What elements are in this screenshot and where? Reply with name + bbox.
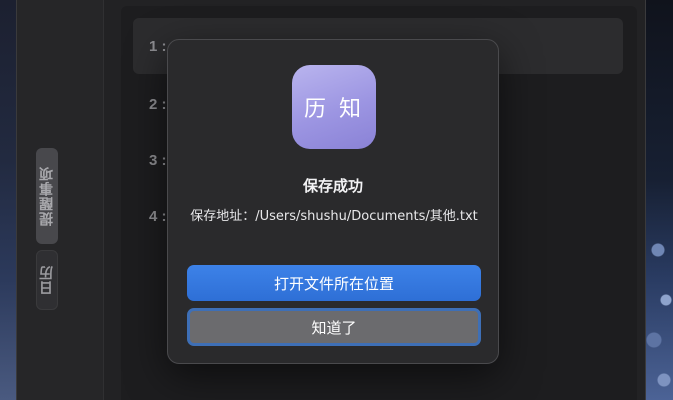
sidebar-tab-calendar[interactable]: 日历 bbox=[36, 250, 58, 310]
list-item-label: 4 : bbox=[149, 207, 167, 225]
list-item-label: 1 : bbox=[149, 37, 167, 55]
screen: 提醒事项 日历 1 : 2 : 3 : 4 : 历 知 保存成功 保存地址：/U… bbox=[0, 0, 673, 400]
got-it-button[interactable]: 知道了 bbox=[187, 308, 481, 346]
sidebar-tab-reminders-label: 提醒事项 bbox=[39, 166, 55, 226]
list-item-label: 3 : bbox=[149, 151, 167, 169]
dialog-title: 保存成功 bbox=[302, 177, 363, 195]
sidebar: 提醒事项 日历 bbox=[17, 0, 104, 400]
app-icon: 历 知 bbox=[292, 65, 376, 149]
save-success-dialog: 历 知 保存成功 保存地址：/Users/shushu/Documents/其他… bbox=[167, 39, 499, 364]
desktop-wallpaper-right bbox=[646, 0, 673, 400]
open-file-location-button[interactable]: 打开文件所在位置 bbox=[187, 265, 481, 301]
dialog-message: 保存地址：/Users/shushu/Documents/其他.txt bbox=[190, 209, 478, 224]
desktop-wallpaper-left bbox=[0, 0, 16, 400]
sidebar-tab-calendar-label: 日历 bbox=[39, 265, 55, 295]
app-icon-text: 历 知 bbox=[304, 97, 364, 122]
list-item-label: 2 : bbox=[149, 95, 167, 113]
sidebar-tab-reminders[interactable]: 提醒事项 bbox=[36, 148, 58, 244]
